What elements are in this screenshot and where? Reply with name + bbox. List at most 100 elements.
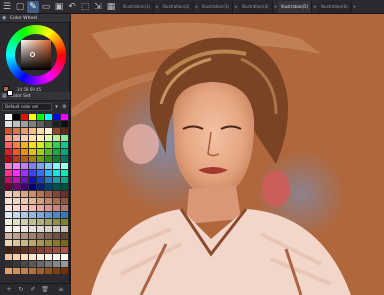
color-swatch[interactable]	[29, 191, 36, 197]
color-swatch[interactable]	[37, 177, 44, 183]
color-swatch[interactable]	[13, 121, 20, 127]
color-swatch[interactable]	[61, 226, 68, 232]
color-swatch[interactable]	[5, 212, 12, 218]
add-color-icon[interactable]: +	[4, 285, 14, 295]
color-swatch[interactable]	[5, 163, 12, 169]
color-swatch[interactable]	[5, 142, 12, 148]
color-swatch[interactable]	[45, 240, 52, 246]
color-swatch[interactable]	[29, 149, 36, 155]
color-swatch[interactable]	[37, 128, 44, 134]
tab-2[interactable]: Illustration(2)	[159, 1, 194, 13]
color-swatch[interactable]	[5, 177, 12, 183]
color-swatch[interactable]	[37, 268, 44, 274]
color-swatch[interactable]	[21, 149, 28, 155]
color-swatch[interactable]	[21, 121, 28, 127]
color-swatch[interactable]	[13, 233, 20, 239]
color-swatch[interactable]	[37, 233, 44, 239]
color-swatch[interactable]	[21, 205, 28, 211]
color-swatch[interactable]	[21, 261, 28, 267]
color-swatch[interactable]	[61, 163, 68, 169]
color-swatch[interactable]	[37, 247, 44, 253]
color-swatch[interactable]	[61, 191, 68, 197]
color-swatch[interactable]	[5, 135, 12, 141]
color-swatch[interactable]	[45, 142, 52, 148]
color-swatch[interactable]	[53, 226, 60, 232]
color-swatch[interactable]	[21, 142, 28, 148]
color-swatch[interactable]	[45, 163, 52, 169]
color-swatch[interactable]	[5, 184, 12, 190]
color-swatch[interactable]	[21, 128, 28, 134]
color-swatch[interactable]	[5, 226, 12, 232]
menu-icon[interactable]: ☰	[1, 1, 13, 13]
color-swatch[interactable]	[61, 135, 68, 141]
color-swatch[interactable]	[29, 163, 36, 169]
color-swatch[interactable]	[21, 212, 28, 218]
color-swatch[interactable]	[45, 184, 52, 190]
color-swatch[interactable]	[45, 268, 52, 274]
color-swatch[interactable]	[53, 247, 60, 253]
color-swatch[interactable]	[61, 128, 68, 134]
color-swatch[interactable]	[53, 114, 60, 120]
tab-3[interactable]: Illustration(3)	[199, 1, 234, 13]
color-swatch[interactable]	[5, 156, 12, 162]
color-swatch[interactable]	[5, 198, 12, 204]
color-swatch[interactable]	[37, 135, 44, 141]
color-swatch[interactable]	[61, 261, 68, 267]
color-swatch[interactable]	[37, 149, 44, 155]
color-swatch[interactable]	[37, 163, 44, 169]
color-swatch[interactable]	[21, 247, 28, 253]
save-icon[interactable]: ▣	[53, 1, 65, 13]
color-swatch[interactable]	[61, 219, 68, 225]
color-swatch[interactable]	[37, 261, 44, 267]
sub-color-swatch[interactable]	[7, 90, 13, 96]
color-swatch[interactable]	[13, 247, 20, 253]
color-swatch[interactable]	[21, 170, 28, 176]
color-swatch[interactable]	[37, 205, 44, 211]
color-swatch[interactable]	[21, 268, 28, 274]
color-set-select[interactable]: Default color set	[2, 103, 52, 111]
new-file-icon[interactable]: ▢	[14, 1, 26, 13]
color-swatch[interactable]	[37, 212, 44, 218]
color-swatch[interactable]	[13, 128, 20, 134]
color-swatch[interactable]	[13, 149, 20, 155]
selection-icon[interactable]: ⬚	[79, 1, 91, 13]
color-swatch[interactable]	[45, 254, 52, 260]
color-swatch[interactable]	[29, 268, 36, 274]
color-swatch[interactable]	[13, 163, 20, 169]
color-swatch[interactable]	[53, 170, 60, 176]
gear-icon[interactable]: ⚙	[61, 103, 68, 111]
color-swatch[interactable]	[45, 212, 52, 218]
color-swatch[interactable]	[61, 205, 68, 211]
color-swatch[interactable]	[61, 149, 68, 155]
color-swatch[interactable]	[13, 142, 20, 148]
tab-4[interactable]: Illustration(4)	[238, 1, 273, 13]
color-swatch[interactable]	[53, 142, 60, 148]
color-swatch[interactable]	[29, 212, 36, 218]
color-swatch[interactable]	[61, 177, 68, 183]
color-swatch[interactable]	[29, 128, 36, 134]
drawing-canvas[interactable]	[71, 14, 384, 295]
color-swatch[interactable]	[61, 142, 68, 148]
color-swatch[interactable]	[13, 226, 20, 232]
tab-1[interactable]: Illustration(1)	[120, 1, 155, 13]
color-swatch[interactable]	[37, 240, 44, 246]
undo-icon[interactable]: ↶	[66, 1, 78, 13]
color-swatch[interactable]	[53, 198, 60, 204]
color-swatch[interactable]	[37, 226, 44, 232]
color-swatch[interactable]	[5, 191, 12, 197]
color-swatch[interactable]	[13, 135, 20, 141]
color-swatch[interactable]	[13, 198, 20, 204]
color-swatch[interactable]	[29, 261, 36, 267]
color-swatch[interactable]	[53, 268, 60, 274]
color-swatch[interactable]	[29, 226, 36, 232]
saturation-value-square[interactable]	[21, 40, 51, 70]
color-swatch[interactable]	[37, 198, 44, 204]
color-swatch[interactable]	[13, 170, 20, 176]
color-swatch[interactable]	[53, 240, 60, 246]
color-swatch[interactable]	[45, 219, 52, 225]
color-swatch[interactable]	[53, 261, 60, 267]
color-swatch[interactable]	[53, 205, 60, 211]
color-swatch[interactable]	[13, 261, 20, 267]
color-swatch[interactable]	[37, 184, 44, 190]
color-swatch[interactable]	[61, 114, 68, 120]
